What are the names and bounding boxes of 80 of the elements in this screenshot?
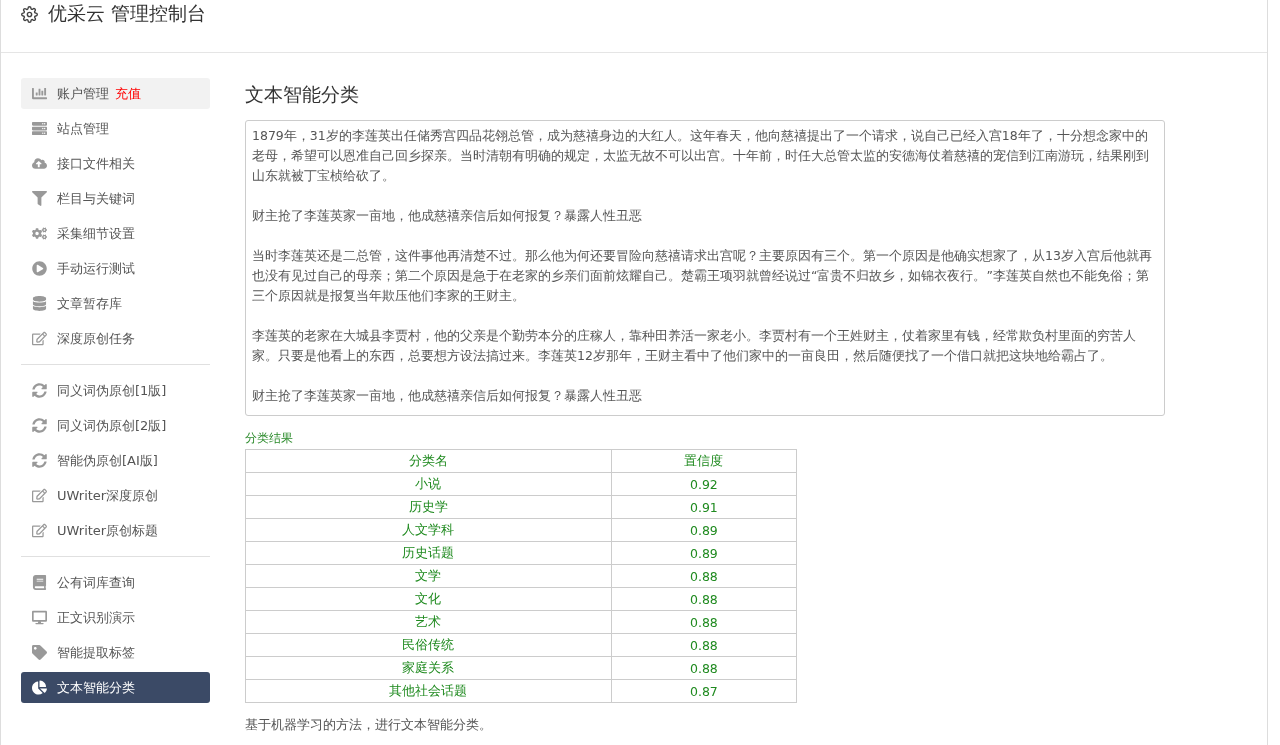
pie-chart-icon xyxy=(32,680,47,695)
table-cell: 0.88 xyxy=(611,564,797,588)
sidebar-item[interactable]: 账户管理 充值 xyxy=(21,78,210,109)
table-cell: 文化 xyxy=(245,587,612,611)
sidebar-item[interactable]: 栏目与关键词 xyxy=(21,183,210,214)
sidebar-label: 同义词伪原创[2版] xyxy=(57,416,167,435)
sidebar-label: 文本智能分类 xyxy=(57,678,135,697)
sidebar-label: 智能伪原创[AI版] xyxy=(57,451,158,470)
sidebar-label: 公有词库查询 xyxy=(57,573,135,592)
gears-icon xyxy=(32,226,47,241)
table-cell: 0.88 xyxy=(611,587,797,611)
sidebar-label: 站点管理 xyxy=(57,119,109,138)
sidebar-item[interactable]: 智能提取标签 xyxy=(21,637,210,668)
book-icon xyxy=(32,575,47,590)
edit-icon xyxy=(32,488,47,503)
sidebar-item[interactable]: 文本智能分类 xyxy=(21,672,210,703)
table-cell: 其他社会话题 xyxy=(245,679,612,703)
sidebar-label: 正文识别演示 xyxy=(57,608,135,627)
sidebar-item[interactable]: 同义词伪原创[2版] xyxy=(21,410,210,441)
sidebar-item[interactable]: 站点管理 xyxy=(21,113,210,144)
sidebar-item[interactable]: UWriter原创标题 xyxy=(21,515,210,546)
table-cell: 0.89 xyxy=(611,541,797,565)
monitor-icon xyxy=(32,610,47,625)
sidebar-label: UWriter原创标题 xyxy=(57,521,159,540)
text-input-field[interactable]: 1879年，31岁的李莲英出任储秀宫四品花翎总管，成为慈禧身边的大红人。这年春天，他向慈禧提出了一个请求，说自己已经入宫18年了，十分想念家中的老母，希望可以恩准自己回乡探亲。当时清朝有明确的规定，太监无故不可以出宫。十年前，时任大总管太监的安德海仗着慈禧的宠信到江南游玩，结果刚到山东就被丁宝桢给砍了。 财主抢了李莲英家一亩地，他成慈禧亲信后如何报复？暴露人性丑恶 当时李莲英还是二总管，这件事他再清楚不过。那么他为何还要冒险向慈禧请求出宫呢？主要原因有三个。第一个原因是他确实想家了，从13岁入宫后他就再也没有见过自己的母亲；第二个原因是急于在老家的乡亲们面前炫耀自己。楚霸王项羽就曾经说过“富贵不归故乡，如锦衣夜行。”李莲英自然也不能免俗；第三个原因就是报复当年欺压他们李家的王财主。 李莲英的老家在大城县李贾村，他的父亲是个勤劳本分的庄稼人，靠种田养活一家老小。李贾村有一个王姓财主，仗着家里有钱，经常欺负村里面的穷苦人家。只要是他看上的东西，总要想方设法搞过来。李莲英12岁那年，王财主看中了他们家中的一亩良田，然后随便找了一个借口就把这块地给霸占了。 财主抢了李莲英家一亩地，他成慈禧亲信后如何报复？暴露人性丑恶 xyxy=(245,120,1165,416)
table-cell: 0.89 xyxy=(611,518,797,542)
sidebar-label: 栏目与关键词 xyxy=(57,189,135,208)
sidebar-item[interactable]: 采集细节设置 xyxy=(21,218,210,249)
edit-icon xyxy=(32,331,47,346)
sidebar-item[interactable]: 深度原创任务 xyxy=(21,323,210,354)
description-text: 基于机器学习的方法，进行文本智能分类。 xyxy=(245,717,493,734)
sidebar-label: 文章暂存库 xyxy=(57,294,122,313)
edit-icon xyxy=(32,523,47,538)
table-cell: 人文学科 xyxy=(245,518,612,542)
table-cell: 历史话题 xyxy=(245,541,612,565)
result-label: 分类结果 xyxy=(245,430,294,447)
column-header: 置信度 xyxy=(611,449,797,473)
cloud-upload-icon xyxy=(32,156,47,171)
server-icon xyxy=(32,121,47,136)
sidebar-item[interactable]: 正文识别演示 xyxy=(21,602,210,633)
table-cell: 文学 xyxy=(245,564,612,588)
table-cell: 0.91 xyxy=(611,495,797,519)
play-icon xyxy=(32,261,47,276)
refresh-icon xyxy=(32,453,47,468)
table-cell: 0.88 xyxy=(611,656,797,680)
refresh-icon xyxy=(32,383,47,398)
sidebar-item[interactable]: 智能伪原创[AI版] xyxy=(21,445,210,476)
sidebar-label: 深度原创任务 xyxy=(57,329,135,348)
table-cell: 历史学 xyxy=(245,495,612,519)
table-cell: 小说 xyxy=(245,472,612,496)
table-cell: 家庭关系 xyxy=(245,656,612,680)
column-header: 分类名 xyxy=(245,449,612,473)
app-title: 优采云 管理控制台 xyxy=(48,1,207,26)
table-cell: 民俗传统 xyxy=(245,633,612,657)
database-icon xyxy=(32,296,47,311)
table-cell: 0.87 xyxy=(611,679,797,703)
settings-icon xyxy=(21,5,38,23)
sidebar-item[interactable]: 手动运行测试 xyxy=(21,253,210,284)
filter-icon xyxy=(32,191,47,206)
sidebar-item[interactable]: 接口文件相关 xyxy=(21,148,210,179)
table-cell: 0.92 xyxy=(611,472,797,496)
sidebar-label: 采集细节设置 xyxy=(57,224,135,243)
sidebar-item[interactable]: 公有词库查询 xyxy=(21,567,210,598)
sidebar-item[interactable]: UWriter深度原创 xyxy=(21,480,210,511)
sidebar-label: 手动运行测试 xyxy=(57,259,135,278)
sidebar-label: 接口文件相关 xyxy=(57,154,135,173)
table-cell: 艺术 xyxy=(245,610,612,634)
sidebar-label: 同义词伪原创[1版] xyxy=(57,381,167,400)
table-cell: 0.88 xyxy=(611,610,797,634)
sidebar-label: 账户管理 xyxy=(57,84,109,103)
sidebar-item[interactable]: 文章暂存库 xyxy=(21,288,210,319)
tag-icon xyxy=(32,645,47,660)
sidebar-label: 智能提取标签 xyxy=(57,643,135,662)
refresh-icon xyxy=(32,418,47,433)
bar-chart-icon xyxy=(32,86,47,101)
sidebar-label: UWriter深度原创 xyxy=(57,486,159,505)
page-title: 文本智能分类 xyxy=(245,82,360,107)
recharge-link[interactable]: 充值 xyxy=(115,84,141,103)
table-cell: 0.88 xyxy=(611,633,797,657)
sidebar-item[interactable]: 同义词伪原创[1版] xyxy=(21,375,210,406)
